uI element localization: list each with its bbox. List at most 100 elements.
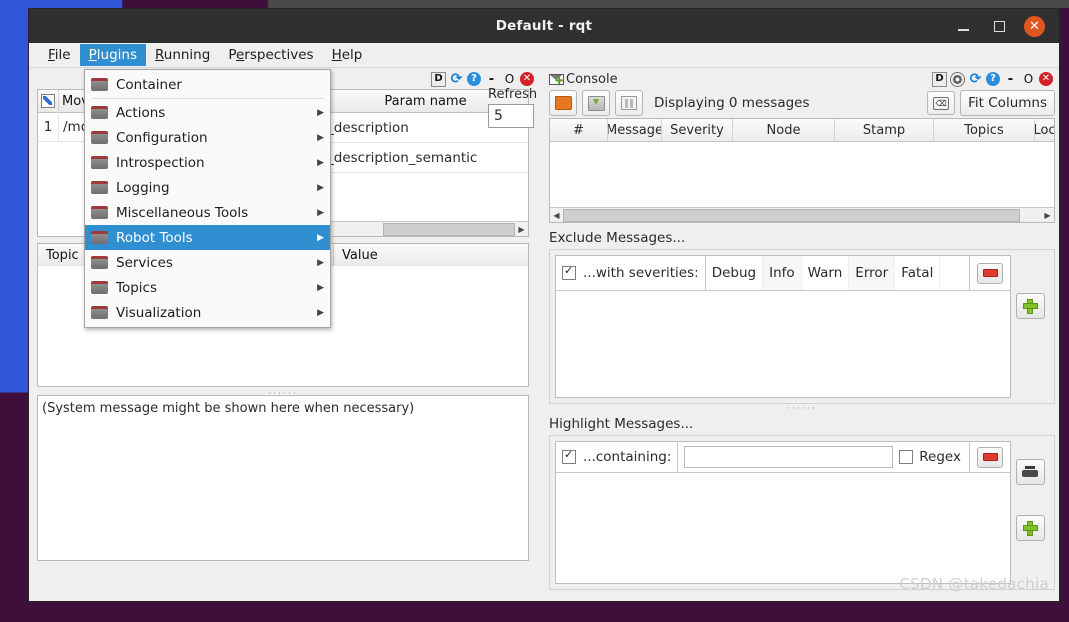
close-icon[interactable]: ✕ (520, 72, 534, 86)
dock-d-icon[interactable]: D (932, 71, 947, 87)
save-icon (587, 95, 605, 111)
console-splitter-handle[interactable]: ······ (549, 404, 1055, 414)
reload-icon[interactable]: ⟳ (968, 72, 983, 87)
exclude-remove-cell (969, 256, 1010, 290)
help-icon[interactable]: ? (467, 72, 481, 86)
menu-item-configuration[interactable]: Configuration ▶ (85, 125, 330, 150)
folder-icon (91, 281, 108, 294)
open-file-icon (554, 96, 572, 110)
exclude-remove-button[interactable] (977, 262, 1003, 284)
menu-item-label: Robot Tools (116, 229, 193, 246)
column-header-location[interactable]: Loc (1035, 119, 1054, 141)
menu-item-services[interactable]: Services ▶ (85, 250, 330, 275)
window-titlebar[interactable]: Default - rqt ✕ (29, 9, 1059, 43)
window-title: Default - rqt (495, 18, 593, 34)
exclude-severity-label-cell: ...with severities: (556, 256, 706, 290)
dash-icon[interactable]: - (1003, 72, 1018, 87)
highlight-print-button[interactable] (1015, 459, 1045, 485)
dock-d-icon[interactable]: D (431, 71, 446, 87)
dash-icon[interactable]: - (484, 72, 499, 87)
param-row[interactable]: _description_semantic (323, 143, 528, 173)
settings-icon[interactable] (950, 71, 965, 87)
param-hscrollbar[interactable]: ▶ (323, 221, 528, 236)
close-icon[interactable]: ✕ (1039, 72, 1053, 86)
float-icon[interactable]: O (1021, 72, 1036, 87)
menu-file[interactable]: File (39, 44, 80, 66)
menu-item-actions[interactable]: Actions ▶ (85, 100, 330, 125)
scroll-right-arrow[interactable]: ▶ (515, 223, 528, 235)
maximize-button[interactable] (988, 15, 1010, 37)
highlight-add-button[interactable] (1015, 515, 1045, 541)
desktop-background-left (0, 0, 28, 622)
exclude-add-button[interactable] (1015, 293, 1045, 319)
regex-checkbox[interactable] (899, 450, 914, 464)
folder-icon (91, 231, 108, 244)
minus-icon (982, 453, 998, 461)
menu-help[interactable]: Help (323, 44, 372, 66)
minimize-button[interactable] (952, 15, 974, 37)
plugins-dropdown-menu: Container Actions ▶ Configuration ▶ Intr… (84, 69, 331, 328)
scroll-right-arrow[interactable]: ▶ (1041, 209, 1054, 221)
open-log-button[interactable] (549, 90, 577, 116)
menu-item-miscellaneous-tools[interactable]: Miscellaneous Tools ▶ (85, 200, 330, 225)
pause-icon (621, 96, 637, 110)
menu-item-topics[interactable]: Topics ▶ (85, 275, 330, 300)
column-header-number[interactable]: # (550, 119, 608, 141)
menu-item-visualization[interactable]: Visualization ▶ (85, 300, 330, 325)
menu-item-introspection[interactable]: Introspection ▶ (85, 150, 330, 175)
desktop-background-top (28, 0, 1069, 8)
highlight-section-label: Highlight Messages... (549, 416, 694, 432)
menu-item-logging[interactable]: Logging ▶ (85, 175, 330, 200)
severity-error[interactable]: Error (849, 256, 896, 290)
chevron-right-icon: ▶ (317, 282, 324, 293)
menu-item-container[interactable]: Container (85, 72, 330, 97)
exclude-severity-row: ...with severities: Debug Info Warn Erro… (556, 256, 1010, 291)
console-titlebar: ✚ Console D ⟳ ? - O ✕ (549, 69, 1055, 89)
float-icon[interactable]: O (502, 72, 517, 87)
menu-running[interactable]: Running (146, 44, 219, 66)
severity-fatal[interactable]: Fatal (895, 256, 941, 290)
highlight-containing-label: ...containing: (583, 449, 672, 465)
menu-perspectives[interactable]: Perspectives (219, 44, 322, 66)
plus-icon (1022, 298, 1038, 314)
fit-columns-button[interactable]: Fit Columns (960, 90, 1055, 116)
console-hscrollbar[interactable]: ◀ ▶ (550, 207, 1054, 222)
highlight-containing-checkbox[interactable] (562, 448, 576, 464)
column-header-severity[interactable]: Severity (662, 119, 733, 141)
clear-icon: ⌫ (933, 96, 950, 110)
exclude-severity-checkbox[interactable] (562, 264, 576, 280)
highlight-remove-cell (969, 442, 1010, 472)
scroll-left-arrow[interactable]: ◀ (550, 209, 563, 221)
refresh-spinbox[interactable]: 5 (488, 104, 534, 128)
menu-help-rest: elp (341, 47, 363, 63)
clear-messages-button[interactable]: ⌫ (927, 91, 956, 115)
severity-debug[interactable]: Debug (706, 256, 764, 290)
edit-checkbox-icon[interactable] (41, 94, 55, 108)
severity-warn[interactable]: Warn (802, 256, 850, 290)
pause-button[interactable] (615, 90, 643, 116)
save-log-button[interactable] (582, 90, 610, 116)
highlight-remove-button[interactable] (977, 446, 1003, 468)
desktop-background-right (1060, 0, 1069, 622)
param-panel-title-buttons: D ⟳ ? - O ✕ (431, 71, 536, 87)
highlight-containing-input[interactable] (684, 446, 894, 468)
highlight-side-buttons (1011, 441, 1049, 584)
column-header-stamp[interactable]: Stamp (835, 119, 934, 141)
value-column-header[interactable]: Value (334, 244, 528, 267)
chevron-right-icon: ▶ (317, 182, 324, 193)
help-icon[interactable]: ? (986, 72, 1000, 86)
menu-perspectives-rest: rspectives (244, 47, 314, 63)
menu-item-robot-tools[interactable]: Robot Tools ▶ (85, 225, 330, 250)
folder-icon (91, 156, 108, 169)
column-header-topics[interactable]: Topics (934, 119, 1035, 141)
menu-item-label: Visualization (116, 304, 202, 321)
reload-icon[interactable]: ⟳ (449, 72, 464, 87)
menu-plugins[interactable]: Plugins (79, 44, 146, 66)
close-button[interactable]: ✕ (1024, 15, 1045, 37)
menu-item-label: Actions (116, 104, 166, 121)
folder-icon (91, 106, 108, 119)
node-checkbox-header[interactable] (38, 90, 59, 113)
column-header-node[interactable]: Node (733, 119, 835, 141)
column-header-message[interactable]: Message (608, 119, 662, 141)
severity-info[interactable]: Info (763, 256, 802, 290)
